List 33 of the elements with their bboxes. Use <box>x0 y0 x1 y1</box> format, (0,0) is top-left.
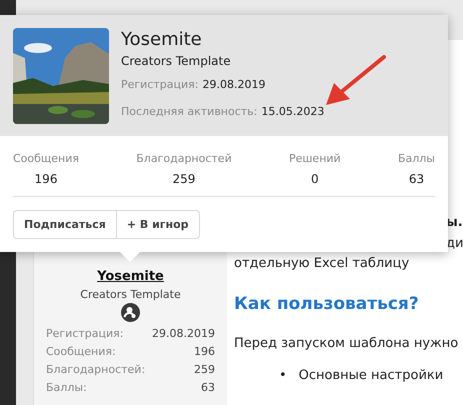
user-title: Creators Template <box>80 288 181 301</box>
stat-label: Баллы: <box>46 381 87 394</box>
user-title: Creators Template <box>121 54 232 68</box>
stat-label: Благодарностей <box>136 152 232 165</box>
paragraph: отдельную Excel таблицу <box>234 255 410 273</box>
stat-label: Сообщения: <box>46 345 116 358</box>
username-link[interactable]: Yosemite <box>97 269 164 284</box>
stat-value: 29.08.2019 <box>152 327 215 340</box>
stat-label: Сообщения <box>13 152 80 165</box>
meta-value: 15.05.2023 <box>261 105 324 118</box>
paragraph: Перед запуском шаблона нужно <box>234 335 458 353</box>
stat-label: Решений <box>288 152 341 165</box>
meta-value: 29.08.2019 <box>202 78 266 91</box>
stat-value: 63 <box>408 172 424 186</box>
stat-label: Благодарностей: <box>46 363 146 376</box>
meta-label: Регистрация: <box>121 78 198 91</box>
stat-value: 63 <box>201 381 215 394</box>
bullet-marker: • <box>279 368 287 383</box>
stat-label: Баллы <box>398 152 435 165</box>
list-item: Основные настройки <box>298 368 444 383</box>
section-heading: Как пользоваться? <box>234 294 419 314</box>
annotation-arrow <box>324 55 386 107</box>
stat-label: Регистрация: <box>46 327 124 340</box>
action-button[interactable]: + В игнор <box>116 210 200 239</box>
stat-value: 0 <box>311 172 319 186</box>
stat-value: 196 <box>194 345 215 358</box>
stat-value: 196 <box>34 172 58 186</box>
username: Yosemite <box>121 29 203 50</box>
user-badge-icon <box>121 303 140 322</box>
stat-value: 259 <box>194 363 215 376</box>
meta-label: Последняя активность: <box>121 105 258 118</box>
action-button[interactable]: Подписаться <box>13 210 117 239</box>
stat-value: 259 <box>172 172 196 186</box>
